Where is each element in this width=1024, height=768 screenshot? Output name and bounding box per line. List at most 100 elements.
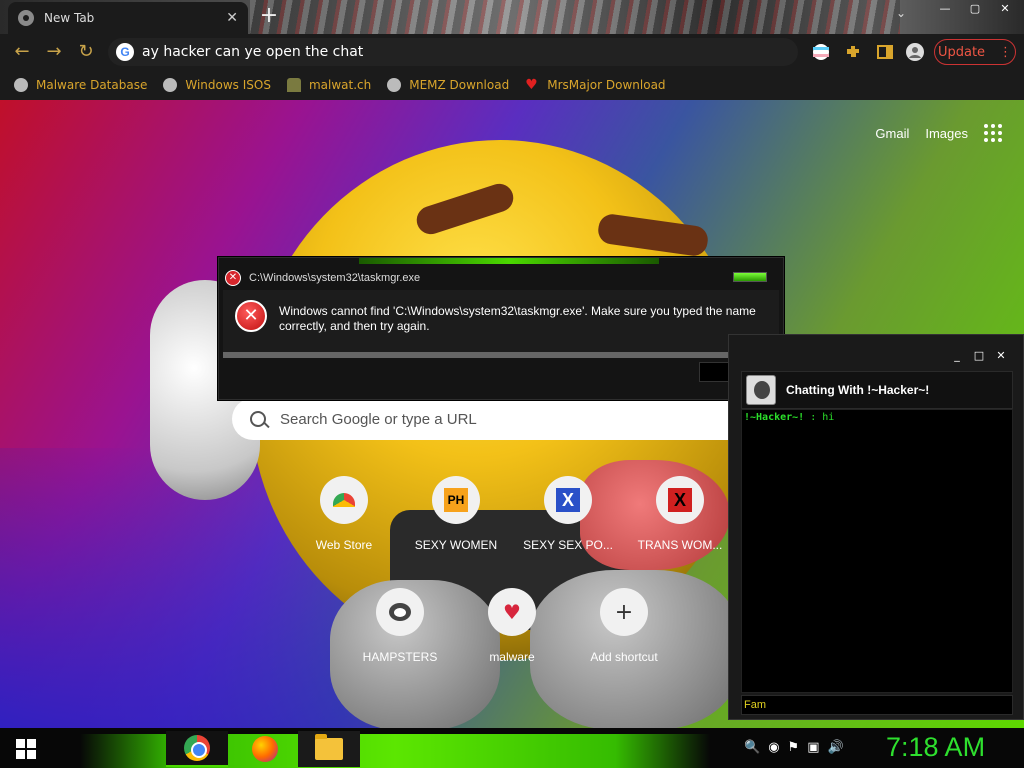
back-button[interactable]: ← bbox=[10, 40, 34, 64]
chat-close-button[interactable]: ✕ bbox=[993, 349, 1009, 363]
update-button[interactable]: Update ⋮ bbox=[934, 39, 1016, 65]
bookmark-mrsmajor-download[interactable]: ♥ MrsMajor Download bbox=[525, 78, 665, 92]
search-icon bbox=[250, 411, 266, 427]
chat-window-controls: _ □ ✕ bbox=[949, 349, 1009, 363]
bookmarks-bar: Malware Database Windows ISOS malwat.ch … bbox=[0, 70, 1024, 100]
taskbar-chrome[interactable] bbox=[166, 731, 228, 767]
chat-header: Chatting With !~Hacker~! bbox=[741, 371, 1013, 409]
window-maximize-button[interactable]: ▢ bbox=[962, 0, 988, 18]
chrome-favicon-icon bbox=[18, 10, 34, 26]
bookmark-label: MEMZ Download bbox=[409, 78, 510, 92]
chat-maximize-button[interactable]: □ bbox=[971, 349, 987, 363]
shortcut-malware[interactable]: ♥ malware bbox=[456, 588, 568, 664]
side-panel-icon[interactable] bbox=[876, 43, 894, 61]
globe-icon bbox=[163, 78, 178, 92]
ph-logo-icon: PH bbox=[444, 488, 468, 512]
google-g-icon: G bbox=[116, 43, 134, 61]
shortcut-trans-wom[interactable]: X TRANS WOM... bbox=[624, 476, 736, 552]
search-placeholder[interactable]: Search Google or type a URL bbox=[280, 411, 477, 428]
address-bar-text[interactable]: ay hacker can ye open the chat bbox=[142, 44, 363, 60]
chat-sender: !~Hacker~! bbox=[744, 412, 805, 423]
error-dialog: ✕ C:\Windows\system32\taskmgr.exe ✕ Wind… bbox=[218, 257, 784, 400]
error-small-icon: ✕ bbox=[225, 270, 241, 286]
tab-title: New Tab bbox=[44, 11, 95, 25]
heart-icon: ♥ bbox=[503, 600, 521, 624]
shortcut-label: SEXY WOMEN bbox=[414, 538, 498, 552]
google-apps-grid-icon[interactable] bbox=[984, 124, 1002, 142]
globe-icon bbox=[387, 78, 402, 92]
bookmark-windows-isos[interactable]: Windows ISOS bbox=[163, 78, 271, 92]
tray-volume-icon[interactable]: 🔊 bbox=[827, 740, 843, 755]
chat-minimize-button[interactable]: _ bbox=[949, 349, 965, 363]
tray-messenger-icon[interactable]: ◉ bbox=[768, 740, 779, 755]
address-bar[interactable]: G ay hacker can ye open the chat bbox=[108, 38, 798, 66]
gmail-link[interactable]: Gmail bbox=[875, 126, 909, 141]
window-controls: — ▢ ✕ bbox=[932, 0, 1018, 18]
extensions-puzzle-icon[interactable] bbox=[844, 43, 862, 61]
taskbar-clock[interactable]: 7:18 AM bbox=[886, 732, 985, 763]
windows-start-icon[interactable] bbox=[16, 739, 36, 759]
shortcut-label: TRANS WOM... bbox=[637, 538, 723, 552]
shortcut-label: malware bbox=[489, 650, 535, 664]
forward-button[interactable]: → bbox=[42, 40, 66, 64]
shortcut-sexy-sex-po[interactable]: X SEXY SEX PO... bbox=[512, 476, 624, 552]
chat-message-input[interactable]: Fam bbox=[741, 695, 1013, 715]
taskbar: 🔍 ◉ ⚑ ▣ 🔊 7:18 AM bbox=[0, 728, 1024, 768]
tab-new-tab[interactable]: New Tab ✕ bbox=[8, 2, 248, 34]
menu-dots-icon: ⋮ bbox=[999, 44, 1013, 60]
globe-icon bbox=[14, 78, 28, 92]
chat-log[interactable]: !~Hacker~! : hi bbox=[741, 409, 1013, 693]
taskbar-file-explorer[interactable] bbox=[298, 731, 360, 767]
dialog-close-button[interactable] bbox=[733, 272, 767, 282]
dialog-separator bbox=[223, 352, 779, 358]
bookmark-malware-database[interactable]: Malware Database bbox=[14, 78, 147, 92]
error-message: Windows cannot find 'C:\Windows\system32… bbox=[279, 304, 756, 333]
update-label: Update bbox=[937, 44, 986, 60]
profile-flag-icon[interactable] bbox=[812, 43, 830, 61]
window-close-button[interactable]: ✕ bbox=[992, 0, 1018, 18]
window-minimize-button[interactable]: — bbox=[932, 0, 958, 18]
google-search-box[interactable]: Search Google or type a URL bbox=[232, 398, 792, 440]
bookmark-label: malwat.ch bbox=[308, 78, 372, 92]
heart-icon: ♥ bbox=[525, 77, 538, 93]
tab-strip: New Tab ✕ + ⌄ — ▢ ✕ bbox=[0, 0, 1024, 34]
chat-message: !~Hacker~! : hi bbox=[744, 412, 1010, 423]
bookmark-memz-download[interactable]: MEMZ Download bbox=[387, 78, 509, 92]
bookmark-malwat-ch[interactable]: malwat.ch bbox=[286, 78, 372, 92]
google-top-nav: Gmail Images bbox=[875, 124, 1002, 142]
bookmark-label: MrsMajor Download bbox=[547, 78, 666, 92]
avatar bbox=[746, 375, 776, 405]
tray-network-icon[interactable]: ▣ bbox=[807, 740, 819, 755]
chat-separator: : bbox=[804, 412, 823, 423]
dialog-top-glow bbox=[359, 258, 659, 264]
tray-flag-icon[interactable]: ⚑ bbox=[788, 740, 800, 755]
chat-title: Chatting With !~Hacker~! bbox=[786, 383, 930, 397]
hamster-icon bbox=[389, 603, 411, 621]
account-avatar-icon[interactable] bbox=[906, 43, 924, 61]
tab-close-icon[interactable]: ✕ bbox=[226, 10, 238, 26]
shortcut-label: Add shortcut bbox=[590, 650, 658, 664]
shortcut-label: Web Store bbox=[315, 538, 373, 552]
shortcut-sexy-women[interactable]: PH SEXY WOMEN bbox=[400, 476, 512, 552]
shortcut-web-store[interactable]: Web Store bbox=[288, 476, 400, 552]
reload-button[interactable]: ↻ bbox=[74, 40, 98, 64]
x-logo-icon: X bbox=[668, 488, 692, 512]
chrome-icon bbox=[184, 735, 210, 761]
tab-search-chevron-icon[interactable]: ⌄ bbox=[896, 6, 906, 20]
shortcut-label: SEXY SEX PO... bbox=[523, 538, 613, 552]
images-link[interactable]: Images bbox=[925, 126, 968, 141]
shortcut-hampsters[interactable]: HAMPSTERS bbox=[344, 588, 456, 664]
chat-window: _ □ ✕ Chatting With !~Hacker~! !~Hacker~… bbox=[728, 334, 1024, 720]
folder-icon bbox=[315, 734, 343, 760]
plus-icon: + bbox=[614, 599, 634, 625]
x-logo-icon: X bbox=[556, 488, 580, 512]
tray-search-icon[interactable]: 🔍 bbox=[744, 740, 760, 755]
taskbar-firefox[interactable] bbox=[234, 731, 296, 767]
new-tab-button[interactable]: + bbox=[256, 4, 282, 30]
error-icon: ✕ bbox=[235, 300, 267, 332]
bookmark-label: Windows ISOS bbox=[185, 78, 271, 92]
browser-toolbar: ← → ↻ G ay hacker can ye open the chat U… bbox=[0, 34, 1024, 70]
firefox-icon bbox=[252, 736, 278, 762]
add-shortcut-button[interactable]: + Add shortcut bbox=[568, 588, 680, 664]
system-tray: 🔍 ◉ ⚑ ▣ 🔊 bbox=[744, 740, 844, 755]
